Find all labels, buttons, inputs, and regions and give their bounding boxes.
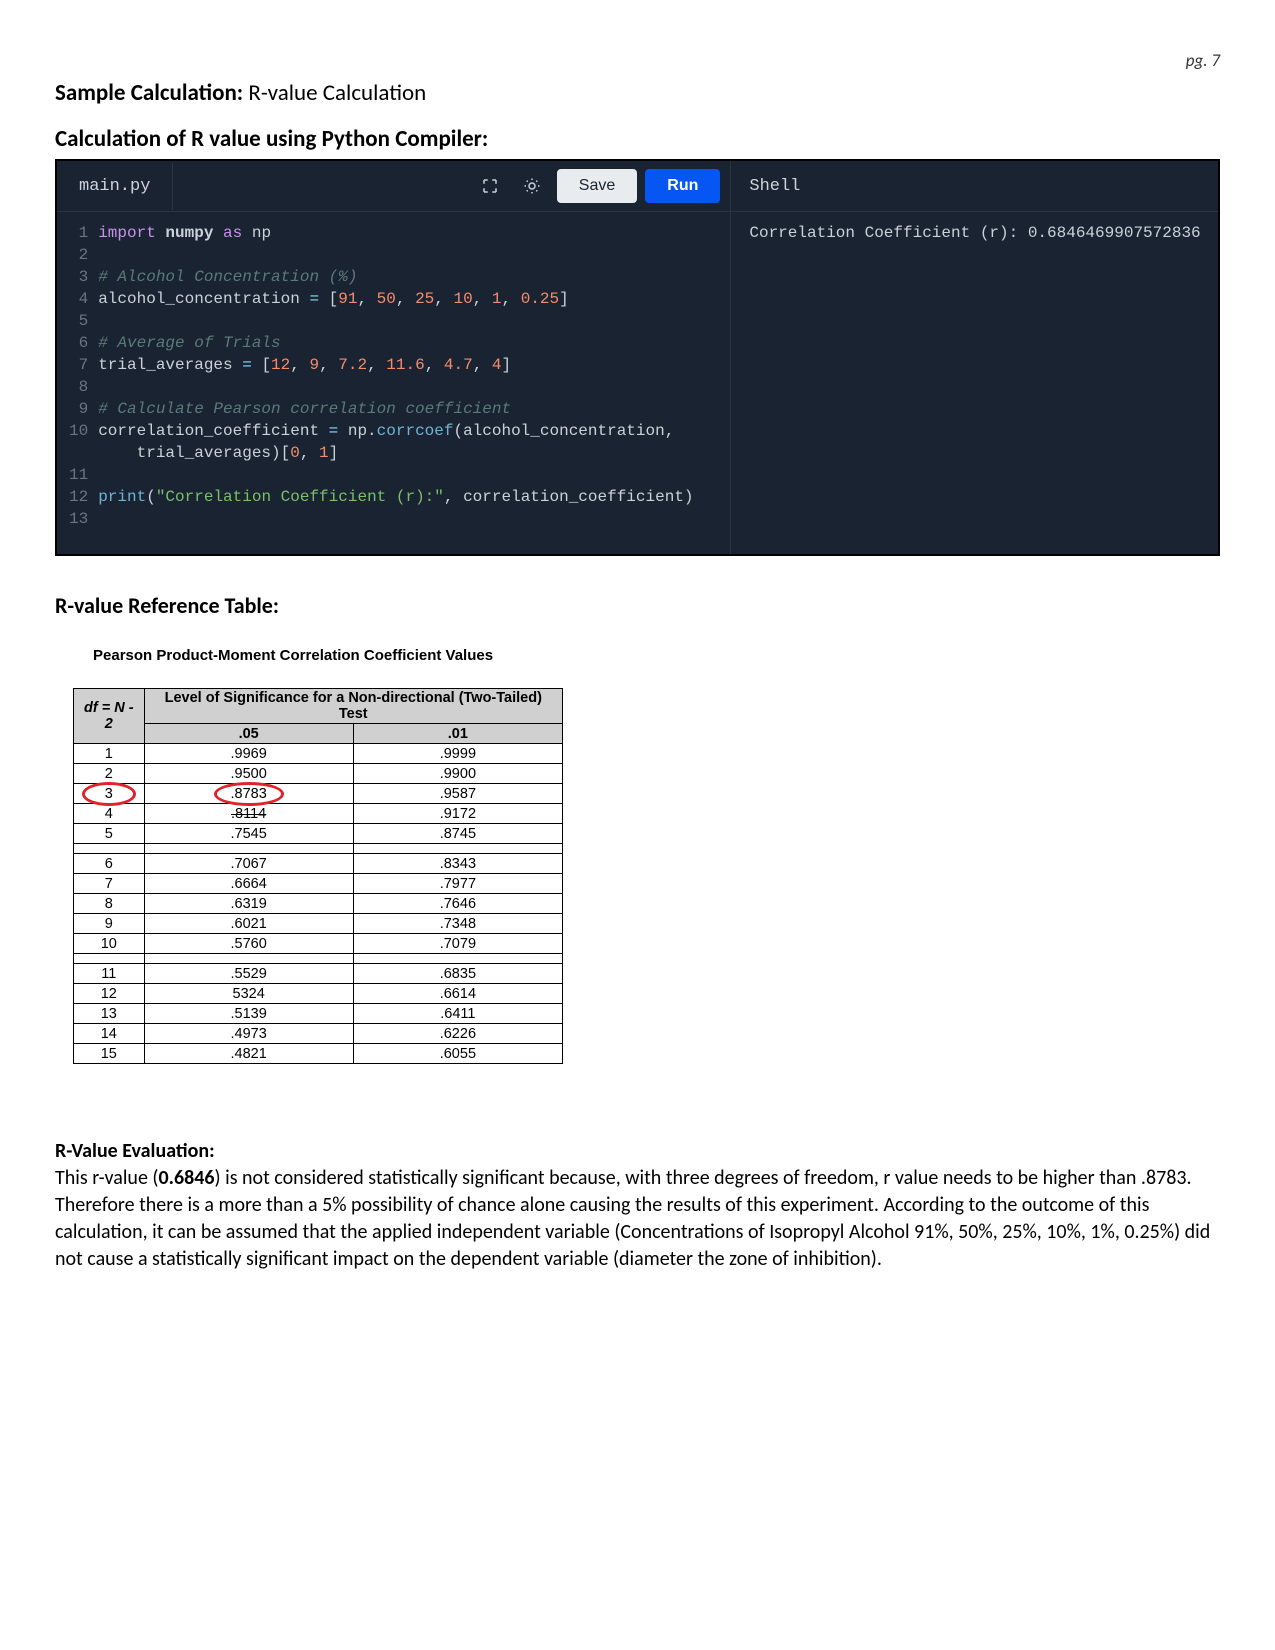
page-title-bold: Sample Calculation: [55,79,243,107]
reference-table-container: df = N - 2 Level of Significance for a N… [73,688,563,1069]
save-button[interactable]: Save [557,169,637,203]
page-title: Sample Calculation: R-value Calculation [55,79,1220,107]
table-row: 7.6664.7977 [74,874,563,894]
code-content: import numpy as np # Alcohol Concentrati… [98,222,693,508]
table-row: 10.5760.7079 [74,934,563,954]
table-row: 13.5139.6411 [74,1004,563,1024]
ide-actions: Save Run [463,161,731,211]
page-number: pg. 7 [55,50,1220,71]
ide-screenshot: main.py Save Run Shell 1 2 3 4 5 6 7 8 9… [55,159,1220,556]
table-row: 5.7545.8745 [74,824,563,844]
table-row: 3.8783.9587 [74,784,563,804]
shell-label: Shell [749,177,800,196]
table-header-top: Level of Significance for a Non-directio… [144,689,562,724]
file-tab[interactable]: main.py [57,163,173,210]
table-row: 11.5529.6835 [74,964,563,984]
section-calculation-heading: Calculation of R value using Python Comp… [55,125,1220,153]
reference-table: df = N - 2 Level of Significance for a N… [73,688,563,1064]
section-reference-heading: R-value Reference Table: [55,592,1220,619]
table-row: 15.4821.6055 [74,1044,563,1064]
ide-toolbar: main.py Save Run Shell [57,161,1218,212]
table-row: 9.6021.7348 [74,914,563,934]
table-gap [74,954,563,964]
table-row: 2.9500.9900 [74,764,563,784]
code-editor[interactable]: 1 2 3 4 5 6 7 8 9 10 11 12 13 import num… [57,212,730,554]
ide-toolbar-left: main.py Save Run [57,161,730,211]
table-row: 14.4973.6226 [74,1024,563,1044]
shell-output: Correlation Coefficient (r): 0.684646990… [730,212,1218,554]
table-row: 125324.6614 [74,984,563,1004]
evaluation-body: This r-value (0.6846) is not considered … [55,1165,1220,1273]
evaluation-heading: R-Value Evaluation: [55,1139,1220,1163]
page-title-rest: R-value Calculation [243,79,426,107]
ide-body: 1 2 3 4 5 6 7 8 9 10 11 12 13 import num… [57,212,1218,554]
fullscreen-icon[interactable] [473,169,507,203]
table-row: 4.8114.9172 [74,804,563,824]
table-row: 8.6319.7646 [74,894,563,914]
table-row: 6.7067.8343 [74,854,563,874]
run-button[interactable]: Run [645,169,720,203]
reference-table-title: Pearson Product-Moment Correlation Coeff… [93,647,1220,664]
line-gutter: 1 2 3 4 5 6 7 8 9 10 11 12 13 [57,222,98,530]
ide-toolbar-right: Shell [730,161,1218,211]
theme-icon[interactable] [515,169,549,203]
table-gap [74,844,563,854]
table-header-01: .01 [353,724,562,744]
table-row: 1.9969.9999 [74,744,563,764]
table-header-df: df = N - 2 [74,689,145,744]
table-header-05: .05 [144,724,353,744]
